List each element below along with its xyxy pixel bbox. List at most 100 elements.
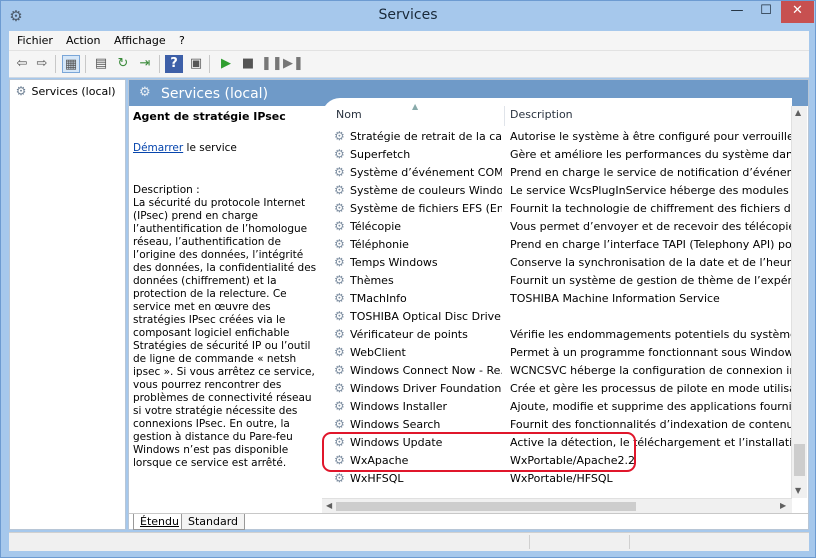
toolbar-separator — [85, 55, 86, 73]
toolbar-separator — [55, 55, 56, 73]
service-description: Autorise le système à être configuré pou… — [510, 130, 792, 143]
tree-item-services-local[interactable]: ⚙ Services (local) — [14, 84, 116, 98]
minimize-button[interactable]: — — [723, 1, 751, 23]
window-title: Services — [378, 7, 438, 23]
column-header-description[interactable]: Description — [510, 108, 573, 121]
console-view-icon[interactable]: ▣ — [187, 55, 205, 73]
service-row[interactable]: ⚙ Système d’événement COM+ Prend en charge… — [322, 164, 792, 182]
service-description: Prend en charge l’interface TAPI (Teleph… — [510, 238, 792, 251]
service-row[interactable]: ⚙ Superfetch Gère et améliore les performa… — [322, 146, 792, 164]
service-gear-icon: ⚙ — [334, 291, 345, 305]
menu-action[interactable]: Action — [66, 34, 100, 47]
service-description: Conserve la synchronisation de la date e… — [510, 256, 792, 269]
service-description: Permet à un programme fonctionnant sous … — [510, 346, 792, 359]
status-bar — [9, 532, 809, 551]
vertical-scrollbar[interactable]: ▲ ▼ — [791, 106, 807, 498]
services-list: ▲ Nom Description ⚙ Stratégie de retrait … — [322, 98, 792, 514]
maximize-button[interactable]: ☐ — [752, 1, 780, 23]
start-service-suffix: le service — [183, 142, 237, 154]
menu-affichage[interactable]: Affichage — [114, 34, 166, 47]
help-icon[interactable]: ? — [165, 55, 183, 73]
scroll-right-arrow-icon[interactable]: ▶ — [780, 501, 786, 510]
service-description: Prend en charge le service de notificati… — [510, 166, 792, 179]
service-gear-icon: ⚙ — [334, 399, 345, 413]
service-name: Télécopie — [350, 220, 402, 233]
service-row[interactable]: ⚙ Vérificateur de points Vérifie les endom… — [322, 326, 792, 344]
stop-icon[interactable]: ■ — [239, 55, 257, 73]
service-description: Ajoute, modifie et supprime des applicat… — [510, 400, 792, 413]
service-description: WCNCSVC héberge la configuration de conn… — [510, 364, 792, 377]
show-tree-icon[interactable]: ▦ — [62, 55, 80, 73]
column-divider[interactable] — [504, 106, 505, 126]
service-row[interactable]: ⚙ Windows Installer Ajoute, modifie et sup… — [322, 398, 792, 416]
sort-ascending-icon: ▲ — [412, 102, 419, 111]
tab-standard[interactable]: Standard — [181, 514, 246, 530]
toolbar: ⇦ ⇨ ▦ ▤ ↻ ⇥ ? ▣ ▶ ■ ❚❚ ▶❚ — [9, 51, 809, 78]
refresh-icon[interactable]: ↻ — [114, 55, 132, 73]
services-gear-icon: ⚙ — [139, 85, 151, 100]
start-service-link[interactable]: Démarrer — [133, 142, 183, 154]
service-row[interactable]: ⚙ Système de couleurs Windows Le service W… — [322, 182, 792, 200]
service-row[interactable]: ⚙ TMachInfo TOSHIBA Machine Information Se… — [322, 290, 792, 308]
service-name: Système d’événement COM+ — [350, 166, 502, 179]
service-row[interactable]: ⚙ Stratégie de retrait de la carte... Auto… — [322, 128, 792, 146]
menu-fichier[interactable]: Fichier — [17, 34, 53, 47]
status-cell — [629, 535, 729, 549]
service-gear-icon: ⚙ — [334, 219, 345, 233]
close-button[interactable]: ✕ — [781, 1, 814, 23]
service-description: Fournit des fonctionnalités d’indexation… — [510, 418, 792, 431]
service-row[interactable]: ⚙ TOSHIBA Optical Disc Drive ... — [322, 308, 792, 326]
horizontal-scroll-thumb[interactable] — [336, 502, 636, 511]
service-name: Téléphonie — [350, 238, 409, 251]
service-gear-icon: ⚙ — [334, 255, 345, 269]
service-row[interactable]: ⚙ WxHFSQL WxPortable/HFSQL — [322, 470, 792, 488]
scroll-down-arrow-icon[interactable]: ▼ — [795, 486, 801, 495]
service-gear-icon: ⚙ — [334, 327, 345, 341]
service-gear-icon: ⚙ — [334, 309, 345, 323]
service-row[interactable]: ⚙ Système de fichiers EFS (Encr... Fournit… — [322, 200, 792, 218]
service-name: TMachInfo — [350, 292, 407, 305]
properties-icon[interactable]: ▤ — [92, 55, 110, 73]
service-row[interactable]: ⚙ Temps Windows Conserve la synchronisatio… — [322, 254, 792, 272]
menu-bar: Fichier Action Affichage ? — [9, 31, 809, 51]
service-name: Stratégie de retrait de la carte... — [350, 130, 502, 143]
forward-arrow-icon[interactable]: ⇨ — [33, 55, 51, 73]
service-gear-icon: ⚙ — [334, 129, 345, 143]
view-tabs: Étendu Standard — [129, 513, 808, 530]
status-cell — [529, 535, 629, 549]
pause-icon[interactable]: ❚❚ — [261, 55, 283, 73]
title-bar[interactable]: ⚙ Services — ☐ ✕ — [1, 1, 815, 31]
restart-icon[interactable]: ▶❚ — [283, 55, 304, 73]
service-name: TOSHIBA Optical Disc Drive ... — [350, 310, 502, 323]
service-description: WxPortable/HFSQL — [510, 472, 613, 485]
service-row[interactable]: ⚙ Télécopie Vous permet d’envoyer et de re… — [322, 218, 792, 236]
service-row[interactable]: ⚙ WebClient Permet à un programme fonction… — [322, 344, 792, 362]
back-arrow-icon[interactable]: ⇦ — [13, 55, 31, 73]
service-description: Crée et gère les processus de pilote en … — [510, 382, 792, 395]
services-gear-icon: ⚙ — [15, 84, 27, 98]
horizontal-scrollbar[interactable]: ◀ ▶ — [322, 498, 792, 514]
service-row[interactable]: ⚙ Windows Connect Now - Re... WCNCSVC hébe… — [322, 362, 792, 380]
service-row[interactable]: ⚙ Thèmes Fournit un système de gestion de … — [322, 272, 792, 290]
service-name: WxHFSQL — [350, 472, 404, 485]
service-gear-icon: ⚙ — [334, 363, 345, 377]
service-row[interactable]: ⚙ Windows Driver Foundation ... Crée et gè… — [322, 380, 792, 398]
scroll-up-arrow-icon[interactable]: ▲ — [795, 108, 801, 117]
service-gear-icon: ⚙ — [334, 165, 345, 179]
tab-etendu[interactable]: Étendu — [133, 514, 186, 530]
service-name: Windows Installer — [350, 400, 448, 413]
vertical-scroll-thumb[interactable] — [794, 444, 805, 476]
column-header-name[interactable]: Nom — [336, 108, 362, 121]
menu-help[interactable]: ? — [179, 34, 185, 47]
service-row[interactable]: ⚙ Téléphonie Prend en charge l’interface T… — [322, 236, 792, 254]
service-gear-icon: ⚙ — [334, 183, 345, 197]
service-gear-icon: ⚙ — [334, 381, 345, 395]
play-icon[interactable]: ▶ — [217, 55, 235, 73]
scroll-left-arrow-icon[interactable]: ◀ — [326, 501, 332, 510]
export-list-icon[interactable]: ⇥ — [136, 55, 154, 73]
service-gear-icon: ⚙ — [334, 147, 345, 161]
service-gear-icon: ⚙ — [334, 345, 345, 359]
highlight-annotation — [322, 432, 636, 472]
tree-item-label: Services (local) — [31, 85, 116, 98]
service-gear-icon: ⚙ — [334, 417, 345, 431]
